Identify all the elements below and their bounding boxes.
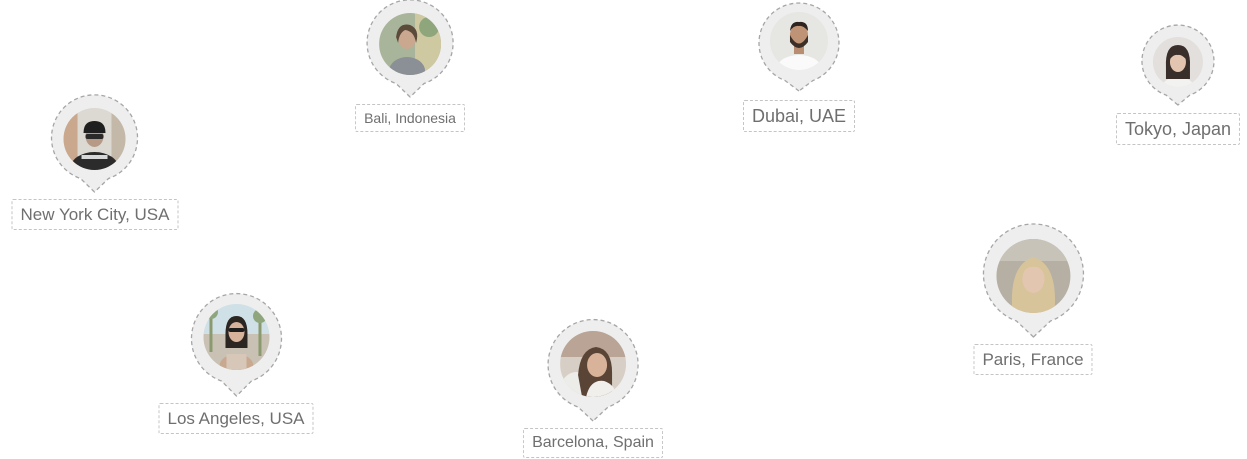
location-pin	[754, 0, 844, 94]
location-label: Tokyo, Japan	[1115, 113, 1241, 145]
location-pin	[547, 318, 639, 424]
avatar-woman-outdoor	[379, 13, 441, 75]
avatar-woman-blonde	[996, 239, 1070, 313]
marker-los-angeles[interactable]: Los Angeles, USA	[158, 291, 314, 434]
avatar-woman-dark-hair	[1152, 37, 1203, 87]
location-label: New York City, USA	[11, 199, 179, 230]
location-pin	[365, 0, 455, 100]
marker-paris[interactable]: Paris, France	[973, 222, 1093, 375]
location-pin	[190, 291, 282, 399]
location-label: Bali, Indonesia	[355, 104, 465, 132]
location-pin	[50, 94, 140, 195]
marker-new-york[interactable]: New York City, USA	[11, 94, 179, 230]
marker-dubai[interactable]: Dubai, UAE	[742, 0, 856, 132]
location-label: Barcelona, Spain	[523, 428, 663, 458]
location-pin	[981, 222, 1085, 340]
location-label: Paris, France	[973, 344, 1093, 375]
marker-tokyo[interactable]: Tokyo, Japan	[1115, 24, 1241, 145]
avatar-man-beard	[769, 12, 828, 70]
location-label: Los Angeles, USA	[158, 403, 314, 434]
avatar-woman-sunglasses	[203, 304, 269, 370]
marker-bali[interactable]: Bali, Indonesia	[355, 0, 465, 132]
marker-barcelona[interactable]: Barcelona, Spain	[523, 318, 663, 458]
location-label: Dubai, UAE	[742, 100, 856, 132]
avatar-woman-smiling	[559, 331, 626, 397]
location-pin	[1140, 24, 1216, 108]
